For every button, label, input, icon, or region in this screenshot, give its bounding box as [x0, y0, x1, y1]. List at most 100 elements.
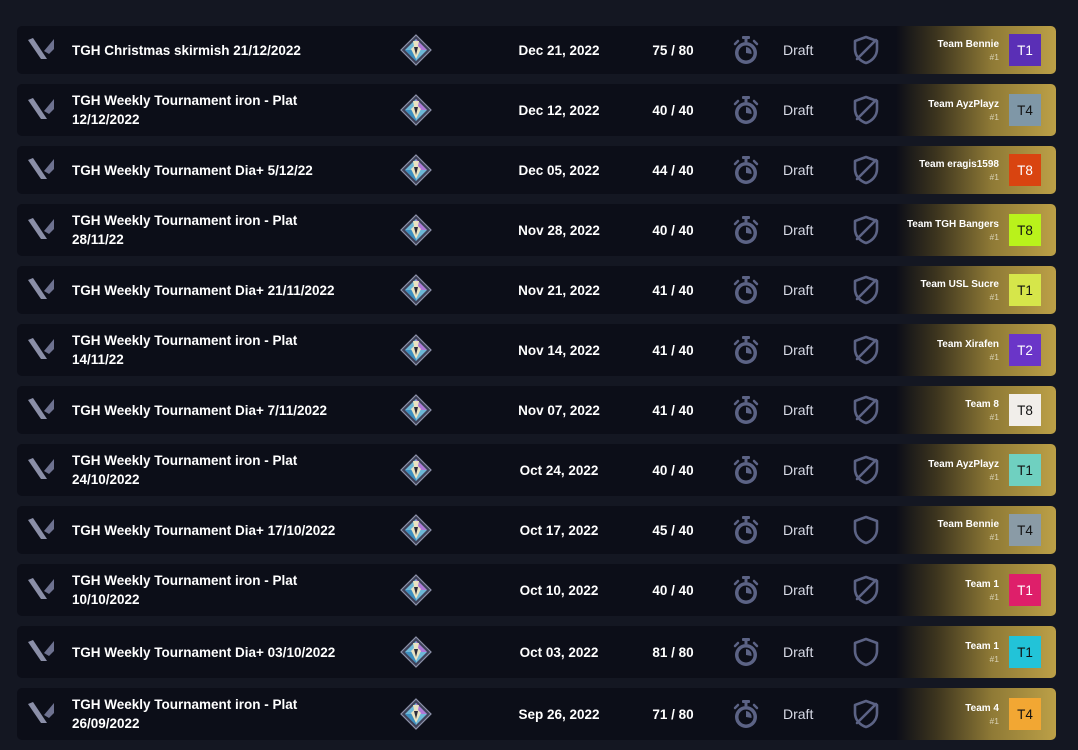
- valorant-logo-icon: [28, 458, 54, 479]
- tournament-date: Dec 12, 2022: [518, 102, 600, 118]
- rank-range-icon: [400, 574, 432, 606]
- winner-position: #1: [989, 292, 999, 302]
- winner-position: #1: [989, 592, 999, 602]
- tournament-row[interactable]: TGH Weekly Tournament iron - Plat 24/10/…: [17, 444, 1056, 496]
- tournament-name[interactable]: TGH Weekly Tournament iron - Plat 26/09/…: [72, 695, 342, 733]
- winner-info: Team TGH Bangers #1: [899, 217, 999, 243]
- tournament-row[interactable]: TGH Christmas skirmish 21/12/2022 Dec 21…: [17, 26, 1056, 74]
- shield-icon: [853, 335, 879, 365]
- tournament-name[interactable]: TGH Christmas skirmish 21/12/2022: [72, 41, 342, 60]
- winner-team-name[interactable]: Team AyzPlayz: [899, 457, 999, 472]
- participants-count: 44 / 40: [652, 162, 694, 178]
- winner-position: #1: [989, 716, 999, 726]
- tournament-row[interactable]: TGH Weekly Tournament Dia+ 7/11/2022 Nov…: [17, 386, 1056, 434]
- participants-count: 41 / 40: [652, 402, 694, 418]
- winner-team-name[interactable]: Team AyzPlayz: [899, 97, 999, 112]
- shield-icon: [853, 575, 879, 605]
- tournament-name[interactable]: TGH Weekly Tournament iron - Plat 12/12/…: [72, 91, 342, 129]
- tournament-name[interactable]: TGH Weekly Tournament Dia+ 03/10/2022: [72, 643, 342, 662]
- winner-team-name[interactable]: Team 8: [899, 397, 999, 412]
- tournament-name[interactable]: TGH Weekly Tournament Dia+ 17/10/2022: [72, 521, 342, 540]
- winner-team-name[interactable]: Team USL Sucre: [899, 277, 999, 292]
- rank-range-icon: [400, 394, 432, 426]
- team-avatar[interactable]: T1: [1009, 636, 1041, 668]
- team-avatar[interactable]: T2: [1009, 334, 1041, 366]
- tournament-status: Draft: [783, 582, 814, 598]
- participants-count: 71 / 80: [652, 706, 694, 722]
- tournament-row[interactable]: TGH Weekly Tournament iron - Plat 26/09/…: [17, 688, 1056, 740]
- shield-icon: [853, 699, 879, 729]
- winner-position: #1: [989, 112, 999, 122]
- winner-info: Team eragis1598 #1: [899, 157, 999, 183]
- winner-position: #1: [989, 172, 999, 182]
- winner-team-name[interactable]: Team Bennie: [899, 517, 1000, 532]
- winner-team-name[interactable]: Team eragis1598: [899, 157, 999, 172]
- tournament-row[interactable]: TGH Weekly Tournament iron - Plat 10/10/…: [17, 564, 1056, 616]
- stopwatch-icon: [733, 700, 759, 728]
- participants-count: 40 / 40: [652, 462, 694, 478]
- winner-position: #1: [989, 232, 999, 242]
- winner-team-name[interactable]: Team Bennie: [899, 37, 1000, 52]
- team-avatar[interactable]: T8: [1009, 394, 1041, 426]
- tournament-name[interactable]: TGH Weekly Tournament iron - Plat 28/11/…: [72, 211, 342, 249]
- tournament-row[interactable]: TGH Weekly Tournament iron - Plat 12/12/…: [17, 84, 1056, 136]
- winner-info: Team 1 #1: [899, 639, 999, 665]
- tournament-row[interactable]: TGH Weekly Tournament Dia+ 03/10/2022 Oc…: [17, 626, 1056, 678]
- winner-info: Team 8 #1: [899, 397, 999, 423]
- winner-info: Team Bennie #1: [899, 517, 1000, 543]
- tournament-name[interactable]: TGH Weekly Tournament Dia+ 7/11/2022: [72, 401, 342, 420]
- tournament-row[interactable]: TGH Weekly Tournament Dia+ 5/12/22 Dec 0…: [17, 146, 1056, 194]
- rank-range-icon: [400, 214, 432, 246]
- tournament-date: Oct 17, 2022: [519, 522, 599, 538]
- tournament-row[interactable]: TGH Weekly Tournament iron - Plat 28/11/…: [17, 204, 1056, 256]
- winner-info: Team USL Sucre #1: [899, 277, 999, 303]
- winner-team-name[interactable]: Team 1: [899, 577, 999, 592]
- shield-icon: [853, 95, 879, 125]
- winner-team-name[interactable]: Team 1: [899, 639, 999, 654]
- winner-info: Team 1 #1: [899, 577, 999, 603]
- tournament-row[interactable]: TGH Weekly Tournament Dia+ 21/11/2022 No…: [17, 266, 1056, 314]
- participants-count: 41 / 40: [652, 342, 694, 358]
- stopwatch-icon: [733, 36, 759, 64]
- tournament-row[interactable]: TGH Weekly Tournament iron - Plat 14/11/…: [17, 324, 1056, 376]
- winner-info: Team AyzPlayz #1: [899, 457, 999, 483]
- tournament-name[interactable]: TGH Weekly Tournament iron - Plat 24/10/…: [72, 451, 342, 489]
- team-avatar[interactable]: T8: [1009, 214, 1041, 246]
- stopwatch-icon: [733, 336, 759, 364]
- tournament-name[interactable]: TGH Weekly Tournament Dia+ 5/12/22: [72, 161, 342, 180]
- team-avatar[interactable]: T4: [1009, 94, 1041, 126]
- valorant-logo-icon: [28, 38, 54, 59]
- stopwatch-icon: [733, 216, 759, 244]
- shield-icon: [853, 215, 879, 245]
- shield-icon: [853, 155, 879, 185]
- tournament-date: Sep 26, 2022: [518, 706, 600, 722]
- tournament-status: Draft: [783, 402, 814, 418]
- valorant-logo-icon: [28, 338, 54, 359]
- team-avatar[interactable]: T8: [1009, 154, 1041, 186]
- tournament-status: Draft: [783, 644, 814, 660]
- tournament-name[interactable]: TGH Weekly Tournament iron - Plat 10/10/…: [72, 571, 342, 609]
- winner-team-name[interactable]: Team TGH Bangers: [899, 217, 999, 232]
- tournament-date: Nov 21, 2022: [518, 282, 600, 298]
- winner-team-name[interactable]: Team Xirafen: [899, 337, 999, 352]
- winner-info: Team 4 #1: [899, 701, 999, 727]
- team-avatar[interactable]: T1: [1009, 574, 1041, 606]
- stopwatch-icon: [733, 516, 759, 544]
- winner-position: #1: [989, 532, 999, 542]
- tournament-status: Draft: [783, 342, 814, 358]
- tournament-date: Nov 14, 2022: [518, 342, 600, 358]
- tournament-row[interactable]: TGH Weekly Tournament Dia+ 17/10/2022 Oc…: [17, 506, 1056, 554]
- tournament-name[interactable]: TGH Weekly Tournament iron - Plat 14/11/…: [72, 331, 342, 369]
- team-avatar[interactable]: T1: [1009, 34, 1041, 66]
- team-avatar[interactable]: T1: [1009, 274, 1041, 306]
- tournament-status: Draft: [783, 706, 814, 722]
- team-avatar[interactable]: T1: [1009, 454, 1041, 486]
- winner-team-name[interactable]: Team 4: [899, 701, 999, 716]
- tournament-name[interactable]: TGH Weekly Tournament Dia+ 21/11/2022: [72, 281, 342, 300]
- valorant-logo-icon: [28, 158, 54, 179]
- shield-icon: [853, 35, 879, 65]
- team-avatar[interactable]: T4: [1009, 514, 1041, 546]
- rank-range-icon: [400, 154, 432, 186]
- stopwatch-icon: [733, 156, 759, 184]
- team-avatar[interactable]: T4: [1009, 698, 1041, 730]
